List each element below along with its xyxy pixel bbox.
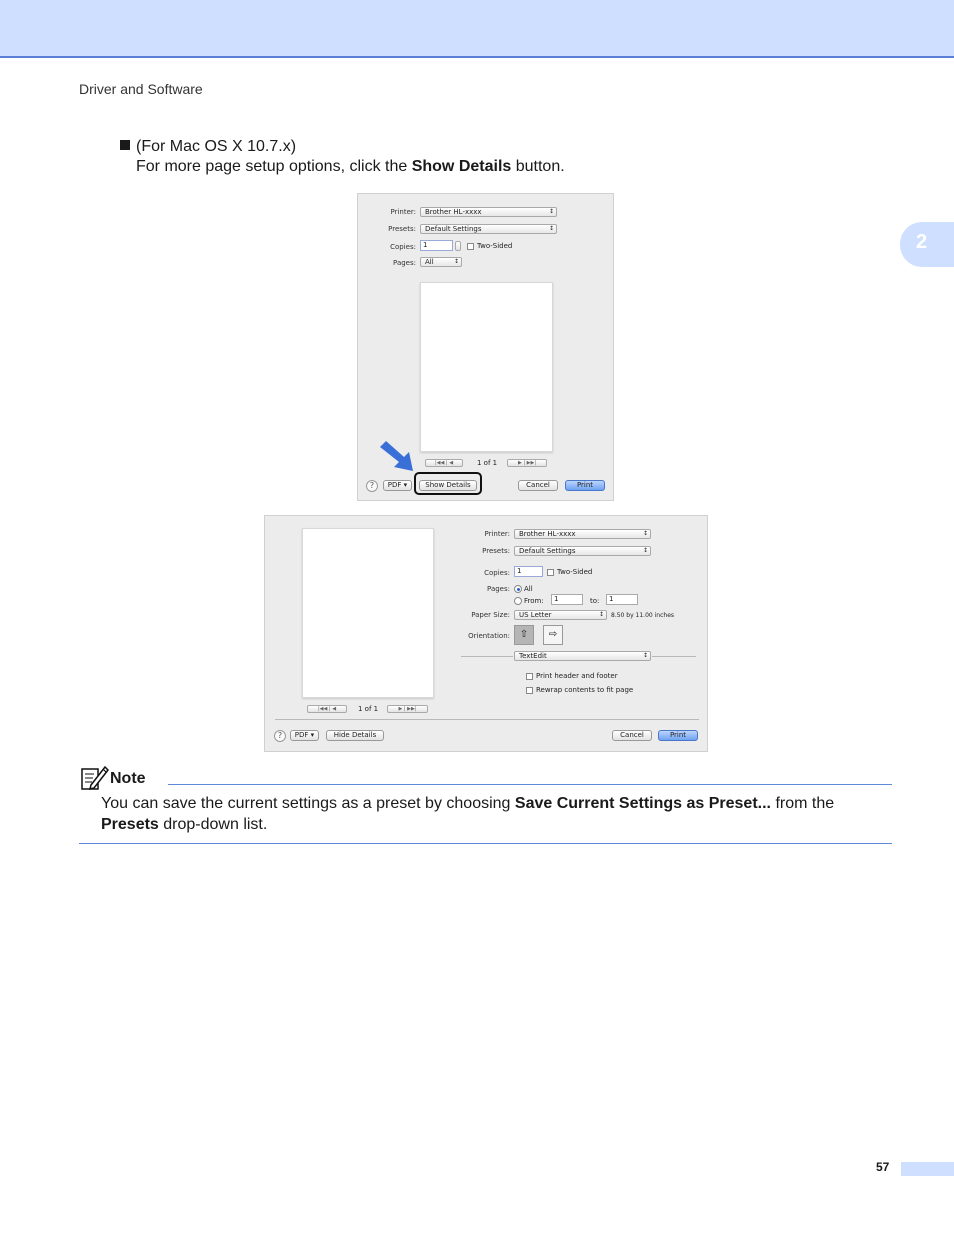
pdf-label: PDF — [294, 731, 309, 739]
two-sided-checkbox[interactable] — [467, 243, 474, 250]
help-button[interactable]: ? — [274, 730, 286, 742]
print-dialog-simple: Printer: Brother HL-xxxx Presets: Defaul… — [357, 193, 614, 501]
printer-label: Printer: — [390, 208, 416, 216]
pages-from-label: From: — [524, 597, 544, 605]
footer-separator — [275, 719, 699, 720]
portrait-orientation-icon[interactable]: ⇧ — [514, 625, 534, 645]
note-bold-1: Save Current Settings as Preset... — [514, 795, 771, 812]
rewrap-checkbox[interactable] — [526, 687, 533, 694]
instruction-bold: Show Details — [411, 158, 512, 175]
instruction-text: For more page setup options, click the S… — [136, 158, 565, 176]
square-bullet-icon — [120, 140, 130, 150]
copies-label: Copies: — [484, 569, 510, 577]
preview-forward-buttons[interactable]: ▶ | ▶▶| — [387, 705, 428, 713]
orientation-label: Orientation: — [468, 632, 510, 640]
note-title: Note — [110, 770, 146, 787]
copies-stepper[interactable] — [455, 241, 461, 251]
app-section-popup[interactable]: TextEdit — [514, 651, 651, 661]
pages-all-radio[interactable] — [514, 585, 522, 593]
pages-all-label: All — [524, 585, 533, 593]
note-rule-bottom — [79, 843, 892, 844]
copies-field[interactable]: 1 — [514, 566, 543, 577]
cancel-button[interactable]: Cancel — [612, 730, 652, 741]
pages-label: Pages: — [487, 585, 510, 593]
paper-size-dimensions: 8.50 by 11.00 inches — [611, 612, 675, 619]
hide-details-button[interactable]: Hide Details — [326, 730, 384, 741]
printer-popup[interactable]: Brother HL-xxxx — [514, 529, 651, 539]
note-pencil-icon — [81, 765, 109, 791]
two-sided-label: Two-Sided — [477, 242, 513, 250]
pdf-menu-button[interactable]: PDF ▾ — [290, 730, 319, 741]
print-button[interactable]: Print — [658, 730, 698, 741]
chapter-tab: 2 — [900, 222, 954, 267]
page-tab — [901, 1162, 954, 1176]
print-header-footer-label: Print header and footer — [536, 672, 618, 680]
two-sided-label: Two-Sided — [557, 568, 593, 576]
page-number: 57 — [876, 1160, 890, 1174]
note-rule-top — [168, 784, 892, 785]
header-band — [0, 0, 954, 58]
copies-field[interactable]: 1 — [420, 240, 453, 251]
note-text: You can save the current settings as a p… — [101, 793, 896, 835]
show-details-button[interactable]: Show Details — [419, 480, 477, 491]
presets-popup[interactable]: Default Settings — [514, 546, 651, 556]
chapter-number: 2 — [916, 231, 928, 253]
chevron-down-icon: ▾ — [403, 481, 408, 489]
print-dialog-detailed: |◀◀ | ◀ 1 of 1 ▶ | ▶▶| Printer: Brother … — [264, 515, 708, 752]
bullet-heading-text: (For Mac OS X 10.7.x) — [136, 138, 297, 155]
pdf-menu-button[interactable]: PDF ▾ — [383, 480, 412, 491]
copies-label: Copies: — [390, 243, 416, 251]
note-text-3: drop-down list. — [158, 816, 268, 833]
pointer-arrow-icon — [380, 441, 413, 471]
running-title: Driver and Software — [79, 81, 203, 97]
print-header-footer-checkbox[interactable] — [526, 673, 533, 680]
presets-popup[interactable]: Default Settings — [420, 224, 557, 234]
landscape-orientation-icon[interactable]: ⇨ — [543, 625, 563, 645]
pages-label: Pages: — [393, 259, 416, 267]
printer-popup[interactable]: Brother HL-xxxx — [420, 207, 557, 217]
pages-from-field[interactable]: 1 — [551, 594, 583, 605]
instruction-after: button. — [511, 158, 565, 175]
pages-to-field[interactable]: 1 — [606, 594, 638, 605]
page-counter: 1 of 1 — [358, 705, 379, 713]
note-bold-2: Presets — [101, 816, 159, 833]
section-separator-right — [652, 656, 696, 657]
pages-popup[interactable]: All — [420, 257, 462, 267]
cancel-button[interactable]: Cancel — [518, 480, 558, 491]
paper-size-label: Paper Size: — [471, 611, 510, 619]
presets-label: Presets: — [388, 225, 416, 233]
rewrap-label: Rewrap contents to fit page — [536, 686, 634, 694]
help-button[interactable]: ? — [366, 480, 378, 492]
pages-range-radio[interactable] — [514, 597, 522, 605]
note-text-2: from the — [771, 795, 835, 812]
paper-size-popup[interactable]: US Letter — [514, 610, 607, 620]
page-preview — [420, 282, 553, 452]
instruction-before: For more page setup options, click the — [136, 158, 412, 175]
note-text-1: You can save the current settings as a p… — [101, 795, 515, 812]
presets-label: Presets: — [482, 547, 510, 555]
two-sided-checkbox[interactable] — [547, 569, 554, 576]
page-preview — [302, 528, 434, 698]
pages-to-label: to: — [590, 597, 600, 605]
preview-forward-buttons[interactable]: ▶ | ▶▶| — [507, 459, 547, 467]
printer-label: Printer: — [484, 530, 510, 538]
pdf-label: PDF — [387, 481, 402, 489]
print-button[interactable]: Print — [565, 480, 605, 491]
preview-back-buttons[interactable]: |◀◀ | ◀ — [425, 459, 463, 467]
bullet-heading: (For Mac OS X 10.7.x) — [120, 138, 296, 156]
section-separator-left — [461, 656, 513, 657]
chevron-down-icon: ▾ — [310, 731, 315, 739]
preview-back-buttons[interactable]: |◀◀ | ◀ — [307, 705, 347, 713]
page-counter: 1 of 1 — [477, 459, 498, 467]
